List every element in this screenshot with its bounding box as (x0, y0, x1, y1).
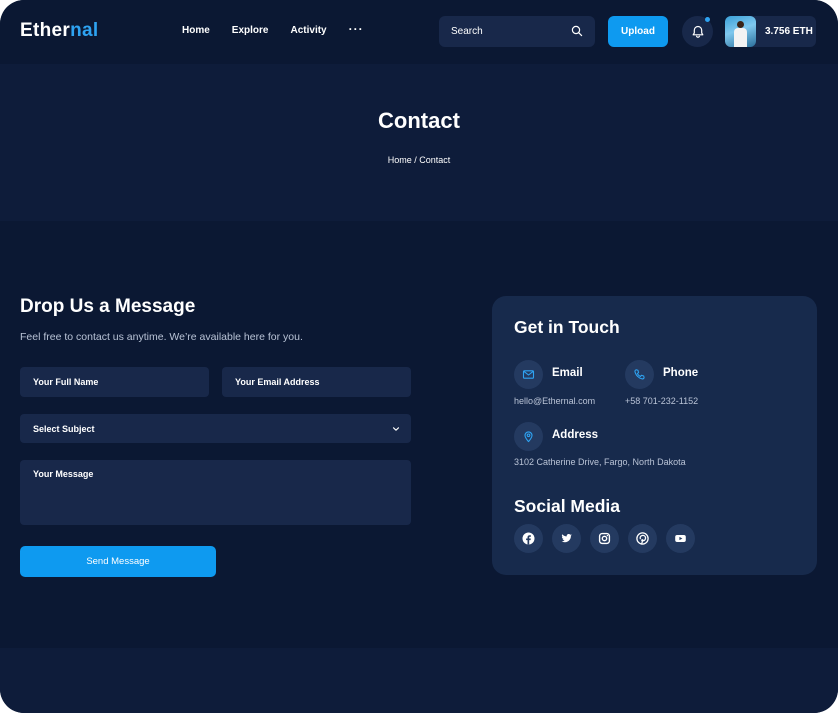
contact-info-card: Get in Touch Email hello@Ethernal.com Ph… (492, 296, 817, 575)
facebook-link[interactable] (514, 524, 543, 553)
site-logo[interactable]: Ethernal (20, 20, 98, 42)
form-title: Drop Us a Message (20, 296, 196, 317)
page-banner: Contact Home / Contact (0, 64, 838, 221)
page-title: Contact (378, 108, 460, 133)
send-message-button[interactable]: Send Message (20, 546, 216, 577)
full-name-field[interactable] (20, 367, 209, 397)
wallet-button[interactable]: 3.756 ETH (725, 16, 816, 47)
pinterest-icon (636, 532, 649, 545)
phone-value[interactable]: +58 701-232-1152 (625, 396, 698, 406)
message-field[interactable] (20, 460, 411, 525)
main-nav: Home Explore Activity ··· (182, 22, 364, 36)
youtube-link[interactable] (666, 524, 695, 553)
wallet-balance: 3.756 ETH (765, 26, 813, 37)
address-value: 3102 Catherine Drive, Fargo, North Dakot… (514, 457, 686, 467)
nav-home[interactable]: Home (182, 25, 210, 36)
phone-label: Phone (663, 367, 699, 379)
footer-band (0, 648, 838, 713)
email-label: Email (552, 367, 583, 379)
twitter-link[interactable] (552, 524, 581, 553)
email-value[interactable]: hello@Ethernal.com (514, 396, 595, 406)
chevron-down-icon (392, 426, 400, 431)
nav-more-icon[interactable]: ··· (349, 22, 364, 36)
subject-select[interactable]: Select Subject (20, 414, 411, 443)
social-links (514, 524, 695, 553)
social-media-title: Social Media (514, 496, 621, 516)
facebook-icon (522, 532, 535, 545)
email-icon (514, 360, 543, 389)
instagram-icon (598, 532, 611, 545)
logo-accent: nal (70, 20, 99, 41)
avatar-head (737, 21, 744, 28)
email-field[interactable] (222, 367, 411, 397)
upload-button[interactable]: Upload (608, 16, 668, 47)
bell-icon (692, 25, 703, 38)
avatar (725, 16, 756, 47)
instagram-link[interactable] (590, 524, 619, 553)
contact-card-title: Get in Touch (514, 317, 620, 337)
twitter-icon (561, 534, 572, 543)
location-pin-icon (514, 422, 543, 451)
search-icon[interactable] (571, 25, 583, 37)
pinterest-link[interactable] (628, 524, 657, 553)
nav-explore[interactable]: Explore (232, 25, 269, 36)
top-header: Ethernal Home Explore Activity ··· Uploa… (0, 0, 838, 64)
notifications-button[interactable] (682, 16, 713, 47)
page-frame: Ethernal Home Explore Activity ··· Uploa… (0, 0, 838, 713)
breadcrumb[interactable]: Home / Contact (0, 155, 838, 165)
form-subtitle: Feel free to contact us anytime. We’re a… (20, 331, 303, 343)
youtube-icon (675, 535, 686, 542)
search-input[interactable] (451, 26, 561, 37)
search-box (439, 16, 595, 47)
subject-select-value: Select Subject (33, 423, 95, 434)
nav-activity[interactable]: Activity (290, 25, 326, 36)
notification-dot (705, 17, 710, 22)
phone-icon (625, 360, 654, 389)
logo-main: Ether (20, 20, 71, 41)
avatar-body (734, 28, 747, 47)
address-label: Address (552, 429, 599, 441)
